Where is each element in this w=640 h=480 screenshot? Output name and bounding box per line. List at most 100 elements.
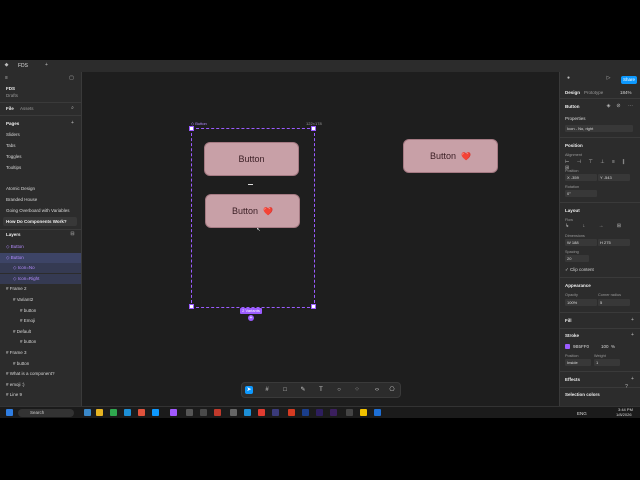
rotation-field[interactable]: 0° [565,190,597,197]
position-y-field[interactable]: Y -543 [598,174,630,181]
section-item[interactable]: Branded House [6,197,37,203]
code-icon[interactable]: ⎔ [388,386,396,394]
button-variant-default[interactable]: Button [204,142,299,176]
button-variant-icon-right[interactable]: Button ❤️ [205,194,300,228]
premiere-icon[interactable] [330,409,337,416]
stroke-weight-field[interactable]: 1 [594,359,620,366]
layer-item[interactable]: # emoji :) [6,382,25,388]
photoshop-icon[interactable] [302,409,309,416]
canvas[interactable]: ◇ Button 122×178 Button Button ❤️ ↖ 2 Va… [82,72,558,406]
comment-tool-icon[interactable]: ○ [335,386,343,394]
pen-tool-icon[interactable]: ✎ [299,386,307,394]
section-item[interactable]: Going Overboard with Variables [6,208,69,214]
more-icon[interactable]: ⋯ [628,104,633,109]
height-field[interactable]: H 275 [598,239,630,246]
app-icon[interactable] [214,409,221,416]
position-x-field[interactable]: X -359 [565,174,597,181]
detach-icon[interactable]: ⊘ [616,104,621,109]
language-indicator[interactable]: ENG [577,411,587,417]
move-tool-icon[interactable]: ➤ [245,386,253,394]
windows-start-icon[interactable] [6,409,13,416]
layer-item[interactable]: # What is a component? [6,371,55,377]
share-button[interactable]: Share [621,76,637,84]
taskbar-search[interactable]: Search [18,409,74,417]
layer-item[interactable]: ◇ Button [6,255,24,261]
app-icon[interactable] [258,409,265,416]
main-menu-icon[interactable]: ≡ [4,76,9,81]
search-icon[interactable]: ⌕ [70,106,75,111]
avatar[interactable]: ● [566,76,571,81]
resize-handle[interactable] [311,304,316,309]
app-icon[interactable] [346,409,353,416]
frame-tool-icon[interactable]: # [263,386,271,394]
corner-radius-field[interactable]: 5 [598,299,630,306]
tab-file[interactable]: File [6,106,14,112]
zoom-level[interactable]: 184% [620,90,632,96]
clip-content-checkbox[interactable]: ✓ Clip content [565,267,594,273]
tab-prototype[interactable]: Prototype [584,90,603,96]
app-icon[interactable] [200,409,207,416]
page-item[interactable]: Toggles [6,154,22,160]
page-item[interactable]: Sliders [6,132,20,138]
file-name[interactable]: FDS [6,86,15,92]
app-icon[interactable] [152,409,159,416]
selection-name[interactable]: Button [565,104,580,110]
after-effects-icon[interactable] [316,409,323,416]
section-item-current[interactable]: How Do Components Work? [6,219,67,225]
variants-badge[interactable]: 2 Variants [240,308,262,314]
layer-item[interactable]: ◇ Icon=No [13,265,35,271]
layer-item[interactable]: # Frame 2 [6,286,27,292]
figma-taskbar-icon[interactable] [170,409,177,416]
layer-item[interactable]: ◇ Icon=Right [13,276,39,282]
section-item[interactable]: Atomic Design [6,186,35,192]
component-icon[interactable]: ◈ [606,104,611,109]
figma-logo-icon[interactable]: ◆ [4,63,9,68]
clock-date[interactable]: 1/8/2026 [616,412,632,418]
add-variant-button[interactable]: + [248,315,254,321]
layer-item[interactable]: ◇ Button [6,244,24,250]
app-icon[interactable] [230,409,237,416]
add-page-icon[interactable]: + [70,121,75,126]
app-icon[interactable] [360,409,367,416]
chrome-icon[interactable] [110,409,117,416]
layer-item[interactable]: # Default [13,329,31,335]
add-stroke-icon[interactable]: + [630,333,635,338]
flow-options[interactable]: ↳ ↓ → ⊞ [565,223,635,230]
layer-item[interactable]: # button [20,308,36,314]
stroke-position-select[interactable]: Inside [565,359,591,366]
app-icon[interactable] [272,409,279,416]
stroke-color-swatch[interactable] [565,344,570,349]
layer-item[interactable]: # button [20,339,36,345]
tab-fds[interactable]: FDS [14,62,32,70]
edge-icon[interactable] [124,409,131,416]
add-fill-icon[interactable]: + [630,318,635,323]
layer-item[interactable]: # Emoji [20,318,35,324]
help-icon[interactable]: ? [624,385,629,390]
add-effect-icon[interactable]: + [630,377,635,382]
spacing-field[interactable]: 20 [565,255,589,262]
app-icon[interactable] [138,409,145,416]
panel-toggle-icon[interactable]: ▢ [69,76,74,81]
file-location[interactable]: Drafts [6,93,18,99]
stroke-hex[interactable]: 9B5FF0 [573,344,589,350]
resize-handle[interactable] [189,126,194,131]
layer-item[interactable]: # button [13,361,29,367]
resize-handle[interactable] [189,304,194,309]
present-icon[interactable]: ▷ [606,76,611,81]
text-tool-icon[interactable]: T [317,386,325,394]
layer-item[interactable]: # Line 9 [6,392,22,398]
layer-item[interactable]: # Frame 3 [6,350,27,356]
shape-tool-icon[interactable]: □ [281,386,289,394]
tab-assets[interactable]: Assets [20,106,34,112]
alignment-icons[interactable]: ⊢ ⊣ ⊤ ⊥ ≡ ∥ ⊞ [565,159,635,171]
layers-options-icon[interactable]: ⊟ [70,232,75,237]
width-field[interactable]: W 188 [565,239,597,246]
stroke-opacity[interactable]: 100 [601,344,609,350]
add-tab-icon[interactable]: + [44,63,49,68]
page-item[interactable]: Tooltips [6,165,21,171]
dev-mode-icon[interactable]: ‹› [373,386,381,394]
task-view-icon[interactable] [84,409,91,416]
actions-tool-icon[interactable]: ⁘ [353,386,361,394]
page-item[interactable]: Tabs [6,143,16,149]
button-instance[interactable]: Button ❤️ [403,139,498,173]
